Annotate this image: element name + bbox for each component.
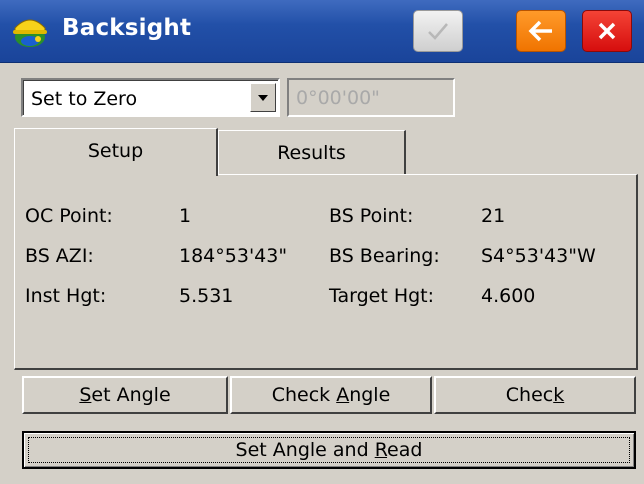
check-angle-mnemonic: A: [336, 384, 350, 406]
check-label-prefix: Chec: [505, 384, 554, 406]
set-angle-label-suffix: et Angle: [91, 384, 171, 406]
bs-azi-value: 184°53'43": [179, 245, 288, 267]
bs-point-value: 21: [481, 205, 506, 227]
chevron-down-icon: [258, 94, 268, 101]
target-hgt-label: Target Hgt:: [329, 285, 435, 307]
bs-bearing-value: S4°53'43"W: [481, 245, 596, 267]
set-angle-button[interactable]: Set Angle: [22, 376, 228, 414]
ok-button[interactable]: [413, 10, 463, 52]
inst-hgt-value: 5.531: [179, 285, 234, 307]
check-angle-label-suffix: ngle: [349, 384, 391, 406]
surveyor-helmet-icon: [13, 19, 47, 47]
set-angle-and-read-button[interactable]: Set Angle and Read: [22, 431, 636, 469]
dropdown-arrow-button[interactable]: [250, 83, 276, 112]
angle-value: 0°00'00": [296, 87, 380, 109]
check-angle-button[interactable]: Check Angle: [230, 376, 432, 414]
back-button[interactable]: [516, 10, 566, 52]
checkmark-icon: [428, 23, 448, 40]
tab-results[interactable]: Results: [218, 130, 406, 174]
window-title: Backsight: [62, 15, 192, 41]
check-mnemonic: k: [553, 384, 565, 406]
close-button[interactable]: [582, 10, 632, 52]
zero-mode-value: Set to Zero: [31, 88, 138, 110]
bs-bearing-label: BS Bearing:: [329, 245, 440, 267]
inst-hgt-label: Inst Hgt:: [25, 285, 107, 307]
check-button[interactable]: Check: [434, 376, 636, 414]
bs-point-label: BS Point:: [329, 205, 414, 227]
focus-rectangle: [28, 437, 630, 463]
check-angle-label-prefix: Check: [271, 384, 337, 406]
tab-setup[interactable]: Setup: [14, 128, 218, 176]
oc-point-label: OC Point:: [25, 205, 113, 227]
arrow-left-icon: [528, 20, 552, 42]
set-angle-mnemonic: S: [79, 384, 92, 406]
angle-input[interactable]: 0°00'00": [287, 78, 455, 117]
setup-panel: OC Point: 1 BS Point: 21 BS AZI: 184°53'…: [14, 174, 638, 370]
close-icon: [598, 22, 616, 40]
title-bar: Backsight: [0, 0, 644, 63]
zero-mode-select[interactable]: Set to Zero: [21, 78, 280, 117]
bs-azi-label: BS AZI:: [25, 245, 94, 267]
oc-point-value: 1: [179, 205, 192, 227]
target-hgt-value: 4.600: [481, 285, 536, 307]
